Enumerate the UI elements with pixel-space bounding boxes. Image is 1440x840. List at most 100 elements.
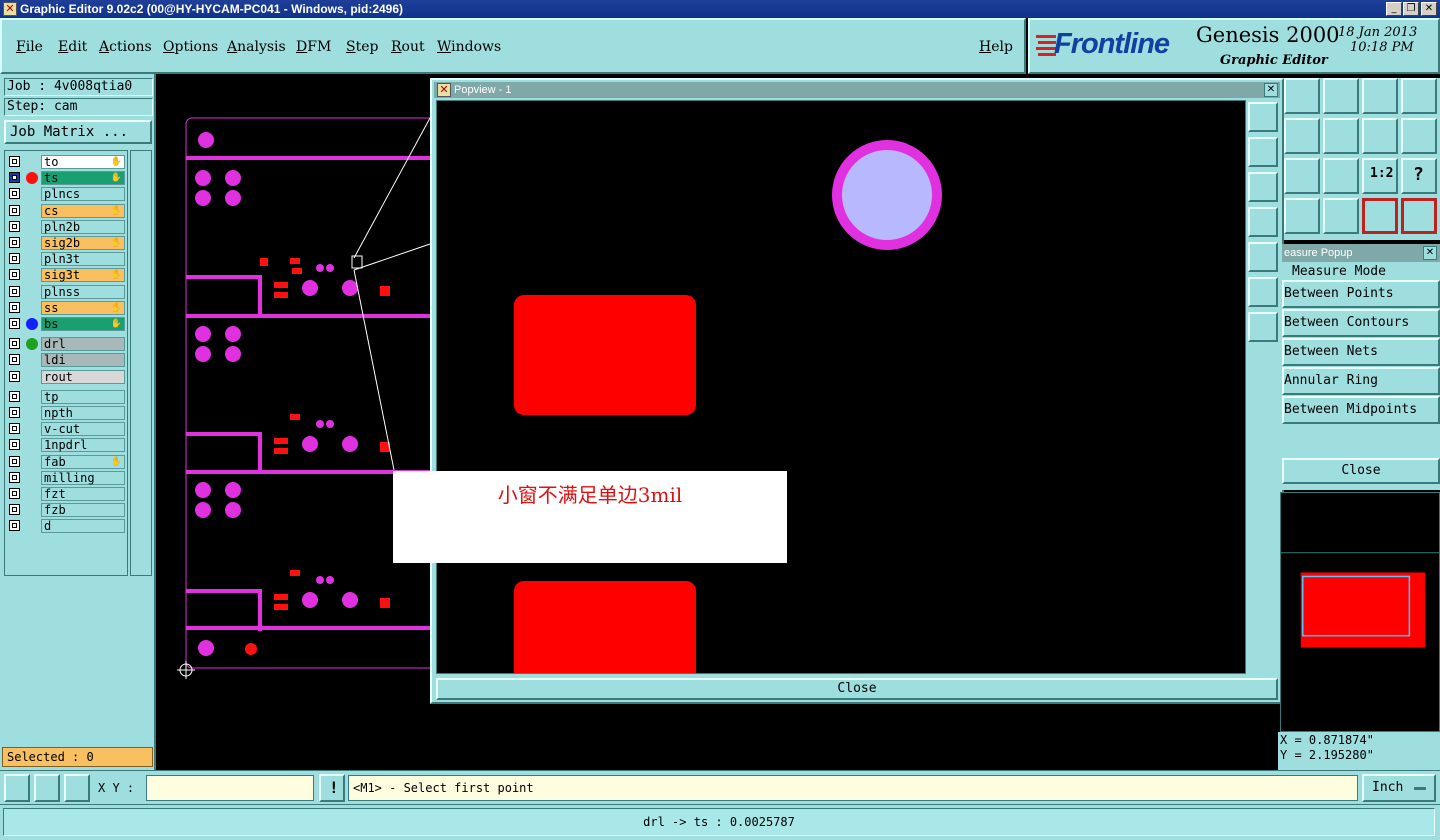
layer-checkbox[interactable]: [9, 488, 20, 499]
layer-name[interactable]: 1npdrl: [41, 438, 125, 453]
one-to-one-tool[interactable]: 1:2: [1362, 158, 1398, 194]
layer-checkbox[interactable]: [9, 188, 20, 200]
popview-close-x[interactable]: ✕: [1264, 83, 1278, 97]
grid-snap-icon[interactable]: [64, 774, 90, 802]
layer-row-d[interactable]: d: [7, 519, 125, 534]
layer-checkbox[interactable]: [9, 390, 20, 402]
layer-name[interactable]: npth: [41, 406, 125, 420]
layer-name[interactable]: ss ✋: [41, 300, 125, 315]
layer-name[interactable]: to ✋: [41, 155, 125, 169]
layer-name[interactable]: milling: [41, 470, 125, 485]
layer-row-pln3t[interactable]: pln3t: [7, 252, 125, 267]
layer-row-ts[interactable]: ts ✋: [7, 171, 125, 186]
layer-name[interactable]: sig3t ✋: [41, 268, 125, 283]
close-window-button[interactable]: ✕: [1421, 2, 1437, 16]
menu-actions[interactable]: Actions: [99, 39, 152, 55]
measure-between-midpoints[interactable]: Between Midpoints: [1282, 396, 1440, 424]
pan-down-tool[interactable]: [1323, 78, 1359, 114]
layer-checkbox[interactable]: [9, 285, 20, 297]
menu-file[interactable]: File: [16, 39, 43, 55]
layer-name[interactable]: d: [41, 519, 125, 534]
popview-close-button[interactable]: Close: [436, 678, 1278, 700]
zoom-out-tool[interactable]: [1284, 158, 1320, 194]
layer-checkbox[interactable]: [9, 504, 20, 516]
menu-rout[interactable]: Rout: [391, 39, 425, 55]
layer-checkbox[interactable]: [9, 318, 20, 329]
menu-edit[interactable]: Edit: [58, 39, 87, 55]
layer-row-plncs[interactable]: plncs: [7, 187, 125, 202]
layer-row-npth[interactable]: npth: [7, 406, 125, 421]
undo-view-tool[interactable]: [1362, 118, 1398, 154]
layer-checkbox[interactable]: [9, 407, 20, 418]
layer-checkbox[interactable]: [9, 338, 20, 350]
measure-angle-icon[interactable]: [34, 774, 60, 802]
job-matrix-button[interactable]: Job Matrix ...: [4, 120, 152, 144]
layer-name[interactable]: fzb: [41, 503, 125, 518]
layer-name[interactable]: pln2b: [41, 219, 125, 234]
layer-row-to[interactable]: to ✋: [7, 155, 125, 170]
pan-right-tool[interactable]: [1323, 118, 1359, 154]
layer-name[interactable]: plnss: [41, 284, 125, 299]
layer-name[interactable]: ldi: [41, 353, 125, 368]
layer-name[interactable]: drl: [41, 337, 125, 352]
layer-row-milling[interactable]: milling: [7, 470, 125, 486]
popview-zoom-box-button[interactable]: [1248, 102, 1278, 132]
measure-close-x[interactable]: ✕: [1423, 246, 1437, 260]
restore-button[interactable]: ❐: [1403, 2, 1419, 16]
layer-row-cs[interactable]: cs ✋: [7, 203, 125, 219]
popview-zoom-out-button[interactable]: [1248, 277, 1278, 307]
units-selector[interactable]: Inch: [1362, 774, 1436, 802]
layer-checkbox[interactable]: [9, 439, 20, 451]
layer-row-v-cut[interactable]: v-cut: [7, 422, 125, 437]
layer-list-scrollbar[interactable]: [130, 150, 152, 576]
layer-name[interactable]: pln3t: [41, 252, 125, 267]
layer-checkbox[interactable]: [9, 237, 20, 248]
layer-name[interactable]: fzt: [41, 487, 125, 501]
layer-checkbox[interactable]: [9, 172, 20, 184]
redraw-tool[interactable]: [1401, 118, 1437, 154]
menu-dfm[interactable]: DFM: [296, 39, 331, 55]
popview-zoom-in-button[interactable]: [1248, 312, 1278, 342]
layer-checkbox[interactable]: [9, 301, 20, 313]
layer-name[interactable]: tp: [41, 389, 125, 404]
menu-step[interactable]: Step: [346, 39, 378, 55]
layer-row-sig2b[interactable]: sig2b ✋: [7, 236, 125, 251]
layer-name[interactable]: ts ✋: [41, 171, 125, 186]
menu-help[interactable]: Help: [979, 39, 1013, 55]
layer-checkbox[interactable]: [9, 520, 20, 532]
snap-tool[interactable]: [1362, 198, 1398, 234]
popview-canvas[interactable]: [436, 100, 1246, 674]
layer-checkbox[interactable]: [9, 269, 20, 281]
help-tool[interactable]: ?: [1401, 158, 1437, 194]
layer-checkbox[interactable]: [9, 220, 20, 232]
layer-checkbox[interactable]: [9, 370, 20, 382]
measure-between-contours[interactable]: Between Contours: [1282, 309, 1440, 337]
layer-checkbox[interactable]: [9, 455, 20, 467]
popview-pan-up-button[interactable]: [1248, 137, 1278, 167]
layer-name[interactable]: v-cut: [41, 422, 125, 437]
window-view-tool[interactable]: [1401, 78, 1437, 114]
popview-pan-right-button[interactable]: [1248, 242, 1278, 272]
measure-snap-icon[interactable]: [4, 774, 30, 802]
layer-row-pln2b[interactable]: pln2b: [7, 219, 125, 235]
layer-name[interactable]: sig2b ✋: [41, 236, 125, 250]
layer-row-fab[interactable]: fab ✋: [7, 454, 125, 470]
overview-map[interactable]: [1280, 492, 1440, 732]
measure-between-nets[interactable]: Between Nets: [1282, 338, 1440, 366]
popview-pan-down-button[interactable]: [1248, 172, 1278, 202]
layer-name[interactable]: rout: [41, 369, 125, 384]
measure-between-points[interactable]: Between Points: [1282, 280, 1440, 308]
settings-tool[interactable]: [1284, 198, 1320, 234]
layer-row-bs[interactable]: bs ✋: [7, 317, 125, 332]
home-view-tool[interactable]: [1362, 78, 1398, 114]
layer-row-fzb[interactable]: fzb: [7, 503, 125, 518]
layer-checkbox[interactable]: [9, 471, 20, 483]
pan-up-tool[interactable]: [1284, 78, 1320, 114]
xy-input[interactable]: [146, 775, 314, 801]
layer-checkbox[interactable]: [9, 354, 20, 366]
layer-name[interactable]: cs ✋: [41, 203, 125, 218]
layer-row-tp[interactable]: tp: [7, 389, 125, 405]
layer-row-drl[interactable]: drl: [7, 337, 125, 352]
grid-tool[interactable]: [1323, 198, 1359, 234]
layer-checkbox[interactable]: [9, 204, 20, 216]
